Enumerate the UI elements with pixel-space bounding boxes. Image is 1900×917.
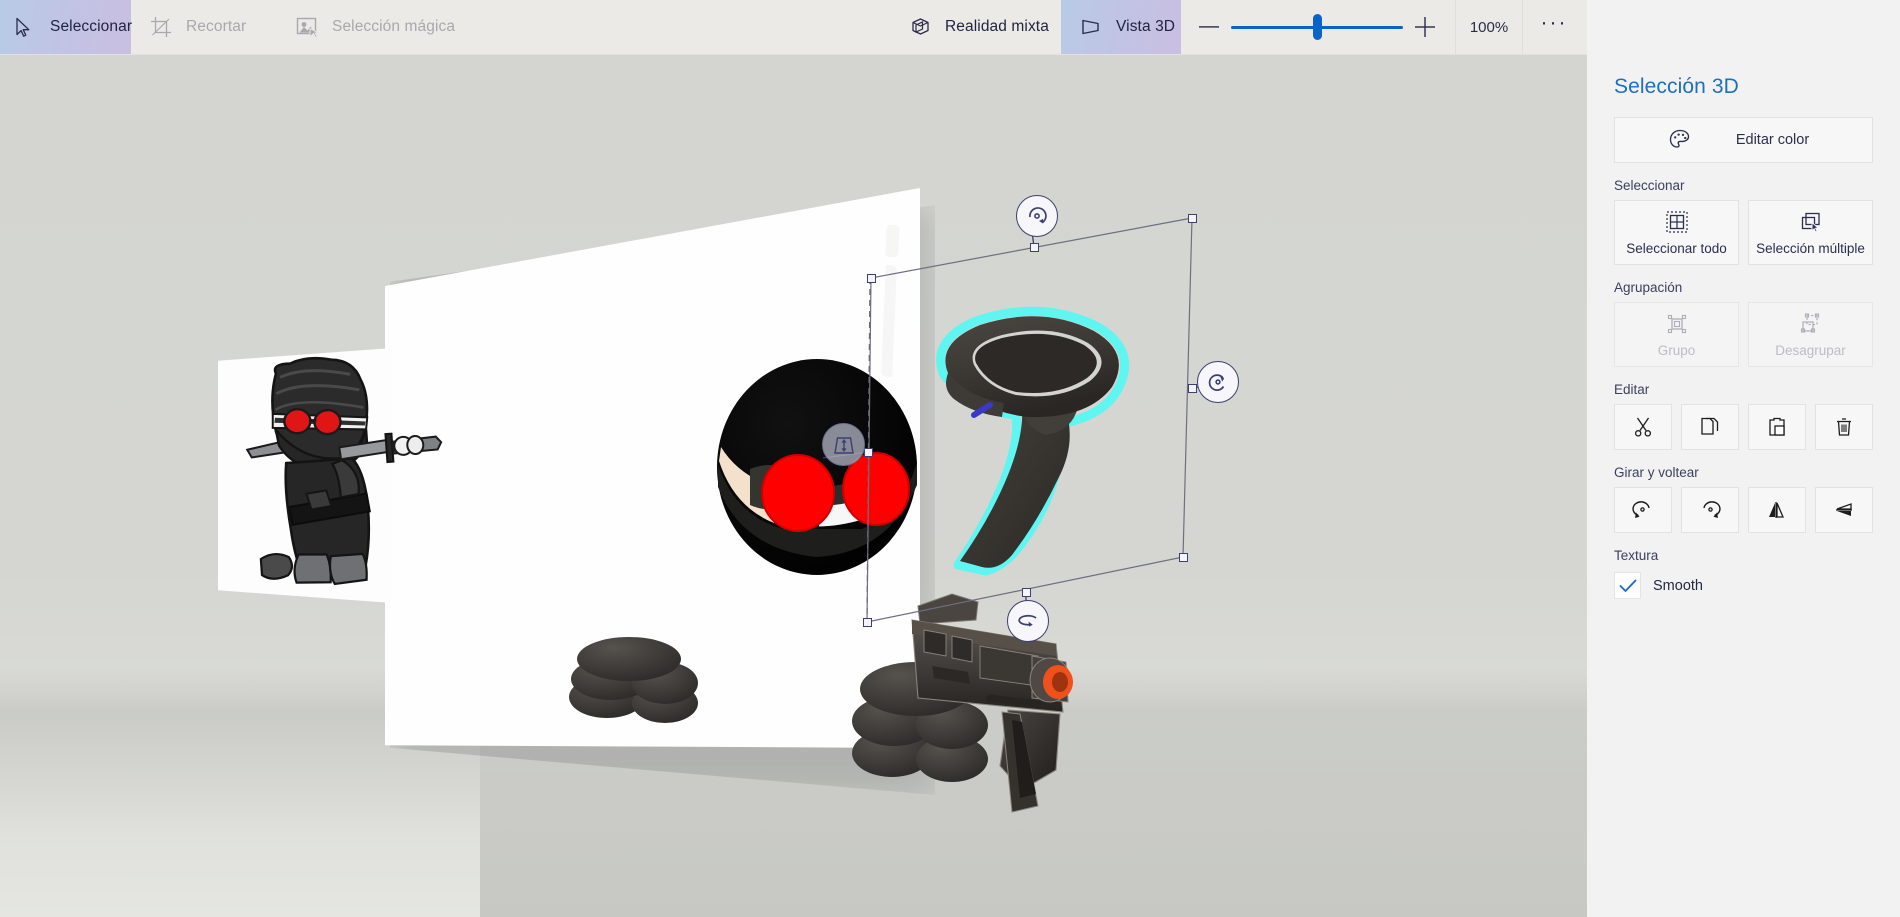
- flip-vertical-button[interactable]: [1815, 487, 1873, 533]
- edit-color-label: Editar color: [1735, 132, 1810, 148]
- tool-magic-select-label: Selección mágica: [332, 18, 456, 35]
- section-agrupacion: Grupo Desagrupar: [1614, 302, 1873, 367]
- handle-edge-right-center[interactable]: [1188, 384, 1197, 393]
- select-all-label: Seleccionar todo: [1626, 240, 1727, 256]
- view-3d-icon: [1079, 15, 1103, 39]
- handle-edge-top-center[interactable]: [1030, 243, 1039, 252]
- copy-button[interactable]: [1681, 404, 1739, 450]
- ninja-sticker-2d[interactable]: [243, 355, 448, 590]
- ungroup-label: Desagrupar: [1775, 342, 1846, 358]
- section-label-editar: Editar: [1614, 382, 1650, 397]
- cursor-arrow-icon: [14, 15, 34, 39]
- tool-crop[interactable]: Recortar: [131, 0, 277, 54]
- section-label-textura: Textura: [1614, 548, 1659, 563]
- multi-select-button[interactable]: Selección múltiple: [1748, 200, 1873, 265]
- delete-button[interactable]: [1815, 404, 1873, 450]
- tool-crop-label: Recortar: [186, 18, 247, 35]
- section-label-girar: Girar y voltear: [1614, 465, 1699, 480]
- rotate-right-icon: [1698, 498, 1722, 522]
- group-label: Grupo: [1657, 342, 1696, 358]
- smooth-label: Smooth: [1653, 577, 1703, 594]
- rotate-pitch-icon: [1018, 614, 1037, 627]
- tool-mixed-reality-label: Realidad mixta: [945, 18, 1049, 35]
- tool-select-label: Seleccionar: [50, 18, 133, 35]
- magic-select-icon: [295, 15, 319, 39]
- multi-select-icon: [1799, 210, 1823, 234]
- tool-view-3d-label: Vista 3D: [1116, 18, 1176, 35]
- tie-3d-selected[interactable]: [912, 303, 1157, 578]
- section-seleccionar: Seleccionar todo Selección múltiple: [1614, 200, 1873, 265]
- top-toolbar: Seleccionar Recortar Selección mágica Re…: [0, 0, 1587, 55]
- zoom-in-button[interactable]: [1407, 0, 1443, 54]
- zoom-controls: 100% ···: [1181, 0, 1587, 54]
- rotate-yaw-icon: [1029, 207, 1047, 224]
- copy-icon: [1698, 415, 1722, 439]
- rotate-yaw-handle[interactable]: [1016, 195, 1058, 237]
- select-all-button[interactable]: Seleccionar todo: [1614, 200, 1739, 265]
- more-options-button[interactable]: ···: [1527, 0, 1581, 54]
- ungroup-icon: [1799, 312, 1823, 336]
- tool-view-3d[interactable]: Vista 3D: [1061, 0, 1181, 54]
- rotate-roll-icon: [1208, 374, 1225, 391]
- rotate-pitch-handle[interactable]: [1007, 600, 1049, 642]
- selection-3d-panel: Selección 3D Editar color Seleccionar Se…: [1587, 55, 1900, 917]
- zoom-slider-thumb[interactable]: [1312, 14, 1322, 40]
- flip-horizontal-button[interactable]: [1748, 487, 1806, 533]
- blob-left-3d[interactable]: [565, 635, 705, 725]
- ninja-head-3d[interactable]: [712, 357, 924, 577]
- section-girar: [1614, 487, 1873, 533]
- flip-horizontal-icon: [1765, 498, 1789, 522]
- handle-corner-top-left[interactable]: [867, 274, 876, 283]
- smooth-checkbox[interactable]: [1614, 572, 1641, 599]
- panel-title: Selección 3D: [1614, 75, 1739, 98]
- section-label-seleccionar: Seleccionar: [1614, 178, 1685, 193]
- group-button[interactable]: Grupo: [1614, 302, 1739, 367]
- rotate-left-icon: [1631, 498, 1655, 522]
- palette-icon: [1668, 128, 1692, 152]
- cut-button[interactable]: [1614, 404, 1672, 450]
- crop-icon: [149, 15, 173, 39]
- zoom-percentage[interactable]: 100%: [1455, 0, 1523, 54]
- tool-mixed-reality[interactable]: Realidad mixta: [891, 0, 1061, 54]
- paste-button[interactable]: [1748, 404, 1806, 450]
- handle-corner-bottom-left[interactable]: [863, 618, 872, 627]
- delete-icon: [1832, 415, 1856, 439]
- check-icon: [1619, 579, 1636, 592]
- rotate-left-button[interactable]: [1614, 487, 1672, 533]
- rotate-roll-handle[interactable]: [1197, 361, 1239, 403]
- handle-edge-bottom-center[interactable]: [1022, 588, 1031, 597]
- gun-3d[interactable]: [860, 580, 1090, 820]
- texture-smooth-row[interactable]: Smooth: [1614, 572, 1873, 599]
- flip-vertical-icon: [1832, 498, 1856, 522]
- zoom-slider[interactable]: [1231, 0, 1403, 54]
- rotate-right-button[interactable]: [1681, 487, 1739, 533]
- edit-color-button[interactable]: Editar color: [1614, 117, 1873, 163]
- workspace: Selección 3D Editar color Seleccionar Se…: [0, 55, 1900, 917]
- select-all-icon: [1665, 210, 1689, 234]
- section-label-agrupacion: Agrupación: [1614, 280, 1683, 295]
- paint3d-window: Seleccionar Recortar Selección mágica Re…: [0, 0, 1900, 917]
- 3d-canvas[interactable]: [0, 55, 1587, 917]
- group-icon: [1665, 312, 1689, 336]
- cut-icon: [1631, 415, 1655, 439]
- handle-corner-top-right[interactable]: [1188, 214, 1197, 223]
- tool-select[interactable]: Seleccionar: [0, 0, 133, 54]
- mixed-reality-icon: [909, 15, 932, 39]
- paste-icon: [1765, 415, 1789, 439]
- handle-corner-bottom-right[interactable]: [1179, 553, 1188, 562]
- section-editar: [1614, 404, 1873, 450]
- tool-magic-select[interactable]: Selección mágica: [277, 0, 477, 54]
- zoom-out-button[interactable]: [1191, 0, 1227, 54]
- lift-altitude-handle[interactable]: [822, 423, 865, 466]
- multi-select-label: Selección múltiple: [1756, 240, 1865, 256]
- lift-altitude-icon: [833, 436, 854, 454]
- handle-edge-left-center[interactable]: [864, 448, 873, 457]
- ungroup-button[interactable]: Desagrupar: [1748, 302, 1873, 367]
